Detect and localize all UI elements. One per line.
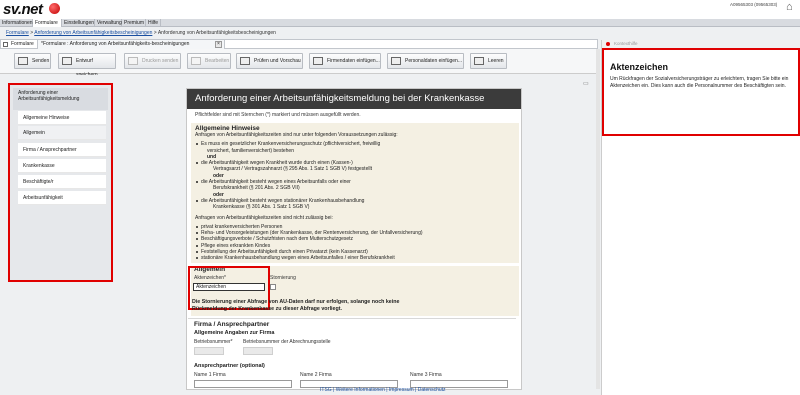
breadcrumb-link[interactable]: Anforderung von Arbeitsunfähigkeitsbesch… — [34, 30, 152, 36]
nav-item-firma[interactable]: Firma / Ansprechpartner — [18, 143, 106, 157]
hint-bullet: die Arbeitsunfähigkeit wegen Krankheit w… — [195, 160, 515, 166]
betriebsnummer-label: Betriebsnummer* — [194, 339, 233, 345]
logo-ball-icon — [49, 3, 60, 14]
print-send-button[interactable]: Drucken senden — [124, 53, 181, 69]
section-allgemeine-hinweise: Allgemeine Hinweise Anfragen von Arbeits… — [191, 123, 519, 263]
save-icon — [62, 57, 72, 65]
nav-item-krankenkasse[interactable]: Krankenkasse — [18, 159, 106, 173]
hint-bullet: Es muss ein gesetzlicher Krankenversiche… — [195, 141, 515, 147]
breadcrumb-current: Anforderung von Arbeitsunfähigkeitsbesch… — [157, 30, 276, 36]
menu-einstellungen[interactable]: Einstellungen — [62, 19, 95, 27]
stornierung-label: Stornierung — [270, 275, 296, 281]
name1-input[interactable] — [194, 380, 292, 388]
send-button[interactable]: Senden — [14, 53, 51, 69]
stornierung-checkbox[interactable] — [270, 284, 276, 290]
insert-personal-label: Personaldaten einfügen... — [405, 58, 462, 64]
check-preview-button[interactable]: Prüfen und Vorschau — [236, 53, 303, 69]
close-tab-icon[interactable]: × — [215, 41, 222, 48]
insert-company-label: Firmendaten einfügen... — [327, 58, 380, 64]
nav-title: Anforderung einer Arbeitsunfähigkeitsmel… — [13, 88, 108, 110]
hint-text: Krankenkasse (§ 301 Abs. 1 Satz 1 SGB V) — [213, 204, 310, 211]
form-area: Anforderung einer Arbeitsunfähigkeitsmel… — [186, 88, 522, 390]
company-icon — [313, 57, 323, 65]
betriebsnummer-abrechnung-input[interactable] — [243, 347, 273, 355]
home-icon[interactable]: ⌂ — [786, 2, 797, 13]
insert-company-data-button[interactable]: Firmendaten einfügen... — [309, 53, 381, 69]
form-title: Anforderung einer Arbeitsunfähigkeitsmel… — [187, 89, 521, 109]
nav-item-arbeitsunfaehigkeit[interactable]: Arbeitsunfähigkeit — [18, 191, 106, 205]
tab-formulare-label: Formulare — [11, 41, 34, 47]
name3-label: Name 3 Firma — [410, 372, 442, 378]
firma-subheading: Allgemeine Angaben zur Firma — [194, 330, 275, 336]
edit-icon — [191, 57, 201, 65]
app-header: sv.net A09565303 (09565303) ⌂ — [0, 0, 800, 19]
help-header: Kontexthilfe — [602, 40, 800, 48]
clear-button[interactable]: Leeren — [470, 53, 507, 69]
account-id: A09565303 (09565303) — [730, 2, 778, 7]
minimize-icon[interactable]: ▭ — [583, 80, 597, 88]
print-icon — [128, 57, 138, 65]
hint-bullet: die Arbeitsunfähigkeit besteht wegen ein… — [195, 179, 515, 185]
help-dot-icon — [606, 42, 610, 46]
hint-bullet: die Arbeitsunfähigkeit besteht wegen sta… — [195, 198, 515, 204]
name1-label: Name 1 Firma — [194, 372, 226, 378]
edit-label: Bearbeiten — [205, 58, 230, 64]
send-icon — [18, 57, 28, 65]
form-icon — [3, 42, 8, 47]
name2-label: Name 2 Firma — [300, 372, 332, 378]
toolbar: Senden Entwurf speichern Drucken senden … — [0, 49, 598, 78]
hint-text: Anfragen von Arbeitsunfähigkeitszeiten s… — [195, 214, 333, 221]
betriebsnummer-input[interactable] — [194, 347, 224, 355]
warning-line: Die Stornierung einer Abfrage von AU-Dat… — [192, 299, 400, 305]
betriebsnummer-abrechnung-label: Betriebsnummer der Abrechnungsstelle — [243, 339, 331, 345]
section-heading: Allgemeine Hinweise — [195, 125, 260, 132]
menu-bar: Informationen Formulare Einstellungen Ve… — [0, 19, 800, 27]
person-icon — [391, 57, 401, 65]
print-send-label: Drucken senden — [142, 58, 179, 64]
menu-premium[interactable]: Premium — [122, 19, 146, 27]
form-scrollbar[interactable] — [596, 49, 600, 389]
help-text: Um Rückfragen der Sozialversicherungsträ… — [610, 76, 789, 89]
stornierung-warning: Die Stornierung einer Abfrage von AU-Dat… — [192, 299, 502, 313]
footer-links[interactable]: ITSG | Weitere Informationen | Impressum… — [320, 387, 446, 393]
menu-verwaltung[interactable]: Verwaltung — [95, 19, 122, 27]
save-draft-button[interactable]: Entwurf speichern — [58, 53, 116, 78]
menu-hilfe[interactable]: Hilfe — [146, 19, 161, 27]
breadcrumb-separator: > — [30, 30, 34, 36]
send-label: Senden — [32, 58, 50, 64]
warning-line: Rückmeldung der Krankenkasse zu dieser A… — [192, 306, 342, 312]
breadcrumb-separator: > — [153, 30, 157, 36]
hint-text: Anfragen von Arbeitsunfähigkeitszeiten s… — [195, 132, 398, 138]
tab-strip: Formulare *Formulare : Anforderung von A… — [0, 39, 598, 87]
tab-current-label: *Formulare : Anforderung von Arbeitsunfä… — [41, 41, 190, 47]
ansprechpartner-subheading: Ansprechpartner (optional) — [194, 363, 265, 369]
breadcrumb: Formulare > Anforderung von Arbeitsunfäh… — [0, 28, 600, 38]
clear-icon — [474, 57, 484, 65]
context-help-panel: Kontexthilfe Aktenzeichen Um Rückfragen … — [601, 40, 800, 395]
breadcrumb-root[interactable]: Formulare — [6, 30, 29, 36]
tab-form-current[interactable]: *Formulare : Anforderung von Arbeitsunfä… — [38, 40, 225, 49]
help-title: Aktenzeichen — [610, 62, 669, 72]
app-logo[interactable]: sv.net — [3, 1, 43, 18]
clear-label: Leeren — [488, 58, 504, 64]
nav-item-beschaeftigte[interactable]: Beschäftigte/r — [18, 175, 106, 189]
required-note: Pflichtfelder sind mit Sternchen (*) mar… — [195, 112, 361, 118]
check-preview-label: Prüfen und Vorschau — [254, 58, 301, 64]
tab-formulare[interactable]: Formulare — [1, 40, 38, 49]
nav-item-allgemein[interactable]: Allgemein — [18, 126, 106, 140]
edit-button[interactable]: Bearbeiten — [187, 53, 231, 69]
menu-informationen[interactable]: Informationen — [0, 19, 33, 27]
nav-item-allgemeine-hinweise[interactable]: Allgemeine Hinweise — [18, 111, 106, 125]
insert-personal-data-button[interactable]: Personaldaten einfügen... — [387, 53, 464, 69]
form-section-nav: Anforderung einer Arbeitsunfähigkeitsmel… — [8, 83, 113, 282]
check-icon — [240, 57, 250, 65]
divider — [188, 318, 516, 319]
section-heading-firma: Firma / Ansprechpartner — [194, 321, 270, 328]
list-item: stationäre Krankenhausbehandlung wegen e… — [195, 255, 515, 261]
menu-formulare[interactable]: Formulare — [33, 19, 62, 27]
left-pane: Anforderung einer Arbeitsunfähigkeitsmel… — [0, 75, 185, 395]
